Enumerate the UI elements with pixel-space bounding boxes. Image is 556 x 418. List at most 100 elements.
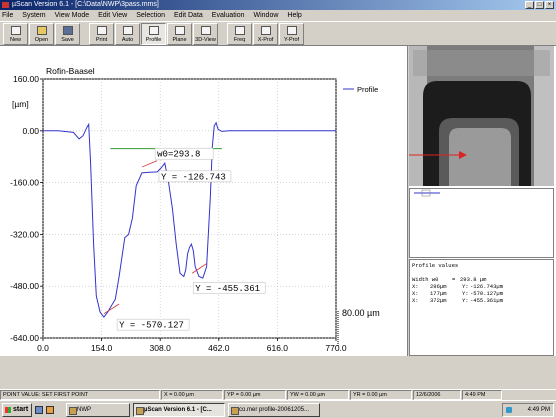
surface-image-svg [409,46,554,186]
new-file-icon [10,26,21,35]
menu-window[interactable]: Window [254,12,279,19]
freq-label: Freq [233,37,246,43]
save-button[interactable]: Save [55,23,80,45]
pv-cell: X: [412,297,419,304]
app-icon [2,2,9,8]
open-button[interactable]: Open [29,23,54,45]
pv-row: X: 372µm Y: -455.361µm [412,297,551,304]
menu-evaluation[interactable]: Evaluation [212,12,245,19]
status-yp: YP = 0.00 µm [224,390,286,400]
3d-view-icon [200,26,211,35]
x-tick-label: 462.0 [208,343,230,353]
auto-button[interactable]: Auto [115,23,140,45]
x-profile-label: X-Prof [257,37,274,43]
pv-cell: Y: [462,297,469,304]
y-tick-label: -160.00 [10,178,39,188]
status-message: POINT VALUE: SET FIRST POINT [0,390,160,400]
task-nwp[interactable]: NWP [66,402,130,417]
scale-bar-label: 80.00 µm [342,308,380,318]
profile-plot-panel[interactable]: 160.00 0.00 -160.00 -320.00 -480.00 -640.00 0.… [0,46,408,365]
mini-profile-view[interactable] [409,188,554,258]
annotation-label: w0=293.8 [157,150,200,160]
menu-selection[interactable]: Selection [136,12,165,19]
profile-chart[interactable]: 160.00 0.00 -160.00 -320.00 -480.00 -640.000.… [0,46,408,365]
print-button[interactable]: Print [89,23,114,45]
print-label: Print [95,37,108,43]
y-tick-label: 160.00 [13,74,39,84]
new-button[interactable]: New [3,23,28,45]
plot-area [42,78,337,339]
pv-cell: 293.8 µm [460,276,487,283]
system-tray: 4:49 PM [502,403,554,417]
x-tick-label: 770.0 [325,343,347,353]
status-bar: POINT VALUE: SET FIRST POINT X = 0.00 µm… [0,389,556,400]
quick-launch-icon[interactable] [35,405,43,414]
x-profile-icon [260,26,271,35]
x-tick-label: 0.0 [37,343,49,353]
window-title: µScan Version 6.1 - [C:\Data\NWP\3pass.m… [12,1,159,8]
taskbar: start NWP µScan Version 6.1 - [C... co.m… [0,400,556,418]
x-tick-label: 308.0 [150,343,172,353]
red-arrow-icon [409,151,467,159]
pv-cell: X: [412,290,419,297]
y-tick-label: -480.00 [10,281,39,291]
pv-cell: Y: [462,283,469,290]
x-tick-label: 616.0 [267,343,289,353]
chart-title: Rofin-Baasel [46,66,95,76]
y-profile-icon [286,26,297,35]
plane-button[interactable]: Plane [167,23,192,45]
profile-values-title: Profile values [412,262,459,269]
surface-image[interactable] [409,46,554,186]
floppy-disk-icon [62,26,73,35]
open-folder-icon [36,26,47,35]
y-tick-label: -320.00 [10,229,39,239]
profile-button[interactable]: Profile [141,23,166,45]
freq-button[interactable]: Freq [227,23,252,45]
status-yr: YR = 0.00 µm [350,390,412,400]
pv-cell: -126.743µm [470,283,504,290]
pv-cell: 177µm [430,290,447,297]
pv-row: Width w0 = 293.8 µm [412,276,551,283]
x-profile-button[interactable]: X-Prof [253,23,278,45]
pv-row: X: 296µm Y: -126.743µm [412,283,551,290]
start-button[interactable]: start [2,402,32,417]
menu-edit-data[interactable]: Edit Data [174,12,203,19]
pv-cell: Width w0 [412,276,439,283]
new-label: New [9,37,21,43]
pv-cell: 372µm [430,297,447,304]
3d-view-button[interactable]: 3D-View [193,23,218,45]
status-x: X = 0.00 µm [161,390,223,400]
close-button[interactable]: × [545,1,554,9]
status-date: 12/6/2006 [413,390,461,400]
menu-view-mode[interactable]: View Mode [55,12,90,19]
pv-cell: 296µm [430,283,447,290]
quick-launch-icon[interactable] [46,405,54,414]
y-tick-label: 0.00 [22,126,39,136]
menu-file[interactable]: File [2,12,13,19]
pv-cell: Y: [462,290,469,297]
menu-help[interactable]: Help [287,12,301,19]
pv-cell: X: [412,283,419,290]
annotation-label: Y = -570.127 [119,321,184,331]
task-profile[interactable]: co.mer profile-20061205... [228,402,320,417]
y-profile-button[interactable]: Y-Prof [279,23,304,45]
y-axis-label: [µm] [12,99,29,109]
profile-icon [148,26,159,35]
menu-bar: File System View Mode Edit View Selectio… [0,10,556,21]
task-uscan[interactable]: µScan Version 6.1 - [C... [133,402,225,417]
toolbar: New Open Save Print Auto Profile Plane 3… [0,21,556,46]
network-icon[interactable] [506,407,512,413]
minimize-button[interactable]: _ [525,1,534,9]
profile-values-panel: Profile values Width w0 = 293.8 µm X: 29… [409,259,554,356]
annotation-label: Y = -126.743 [161,172,226,182]
status-time: 4:49 PM [462,390,502,400]
legend-label: Profile [357,85,378,94]
printer-icon [96,26,107,35]
menu-edit-view[interactable]: Edit View [98,12,127,19]
menu-system[interactable]: System [22,12,45,19]
x-tick-label: 154.0 [91,343,113,353]
auto-icon [122,26,133,35]
auto-label: Auto [121,37,134,43]
maximize-button[interactable]: □ [535,1,544,9]
pv-cell: = [452,276,456,283]
